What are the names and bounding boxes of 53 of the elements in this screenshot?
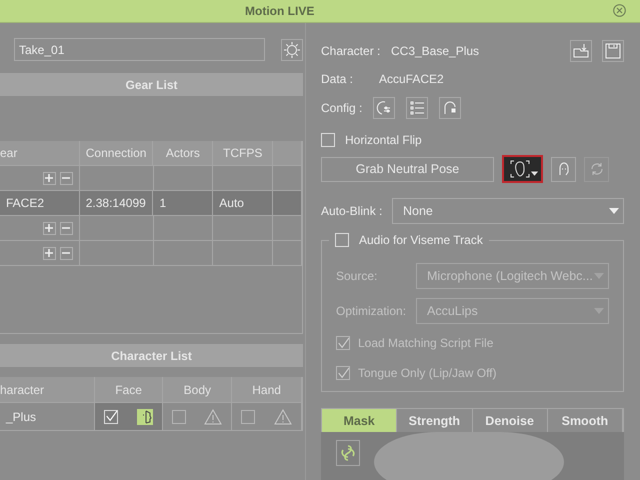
folder-import-icon[interactable] bbox=[570, 40, 592, 62]
checkbox[interactable] bbox=[335, 233, 349, 247]
close-icon[interactable] bbox=[613, 4, 626, 17]
checkbox-label: Load Matching Script File bbox=[358, 336, 494, 350]
column-header: Actors bbox=[153, 141, 214, 165]
checkbox-label: Horizontal Flip bbox=[345, 133, 422, 147]
list-icon[interactable] bbox=[406, 97, 428, 119]
table-cell: Auto bbox=[219, 196, 244, 210]
table-cell: FACE2 bbox=[6, 196, 44, 210]
take-name-field[interactable]: Take_01 bbox=[14, 38, 265, 61]
field-label: Config : bbox=[321, 101, 362, 115]
grab-neutral-pose-button[interactable]: Grab Neutral Pose bbox=[321, 156, 494, 182]
add-icon[interactable] bbox=[42, 172, 56, 184]
field-label: Character : bbox=[321, 44, 382, 58]
window-title: Motion LIVE bbox=[245, 4, 314, 18]
sun-icon[interactable] bbox=[281, 38, 303, 60]
checkbox[interactable] bbox=[321, 133, 335, 147]
table-cell: 2.38:14099 bbox=[86, 196, 146, 210]
section-header: Character List bbox=[0, 344, 303, 367]
checkbox[interactable] bbox=[104, 410, 118, 424]
auto-blink-dropdown[interactable]: None bbox=[392, 198, 624, 224]
table-cell: 1 bbox=[159, 196, 166, 210]
dropdown-arrow-icon bbox=[609, 208, 619, 214]
swirl-icon[interactable] bbox=[336, 440, 360, 466]
remove-icon[interactable] bbox=[60, 222, 73, 234]
head-icon[interactable] bbox=[551, 156, 576, 182]
section-header: Gear List bbox=[0, 73, 303, 96]
column-header: TCFPS bbox=[213, 141, 274, 165]
face-tracking-dropdown[interactable] bbox=[502, 155, 543, 183]
checkbox-label: Tongue Only (Lip/Jaw Off) bbox=[358, 366, 497, 380]
character-name: CC3_Base_Plus bbox=[391, 44, 480, 58]
field-label: Data : bbox=[321, 72, 354, 86]
column-header: Connection bbox=[80, 141, 154, 165]
column-header: haracter bbox=[0, 377, 95, 402]
column-header: Hand bbox=[232, 377, 302, 402]
save-icon[interactable] bbox=[602, 40, 624, 62]
column-header: Body bbox=[163, 377, 232, 402]
face-curve-icon[interactable] bbox=[439, 97, 462, 119]
tab[interactable]: Mask bbox=[322, 409, 398, 432]
table-row[interactable]: FACE2 2.38:14099 1 Auto bbox=[0, 191, 302, 216]
field-label: Optimization: bbox=[336, 304, 408, 318]
table-cell: _Plus bbox=[6, 410, 36, 424]
remove-icon[interactable] bbox=[60, 172, 73, 184]
remove-icon[interactable] bbox=[60, 246, 73, 260]
column-header: Face bbox=[94, 377, 164, 402]
data-value: AccuFACE2 bbox=[379, 72, 444, 86]
checkbox-label: Audio for Viseme Track bbox=[359, 233, 483, 247]
face-settings-icon[interactable] bbox=[373, 97, 396, 119]
column-header: ear bbox=[0, 141, 80, 165]
field-label: Source: bbox=[336, 268, 378, 282]
add-icon[interactable] bbox=[42, 222, 56, 234]
field-label: Auto-Blink : bbox=[321, 204, 384, 218]
add-icon[interactable] bbox=[42, 246, 56, 260]
